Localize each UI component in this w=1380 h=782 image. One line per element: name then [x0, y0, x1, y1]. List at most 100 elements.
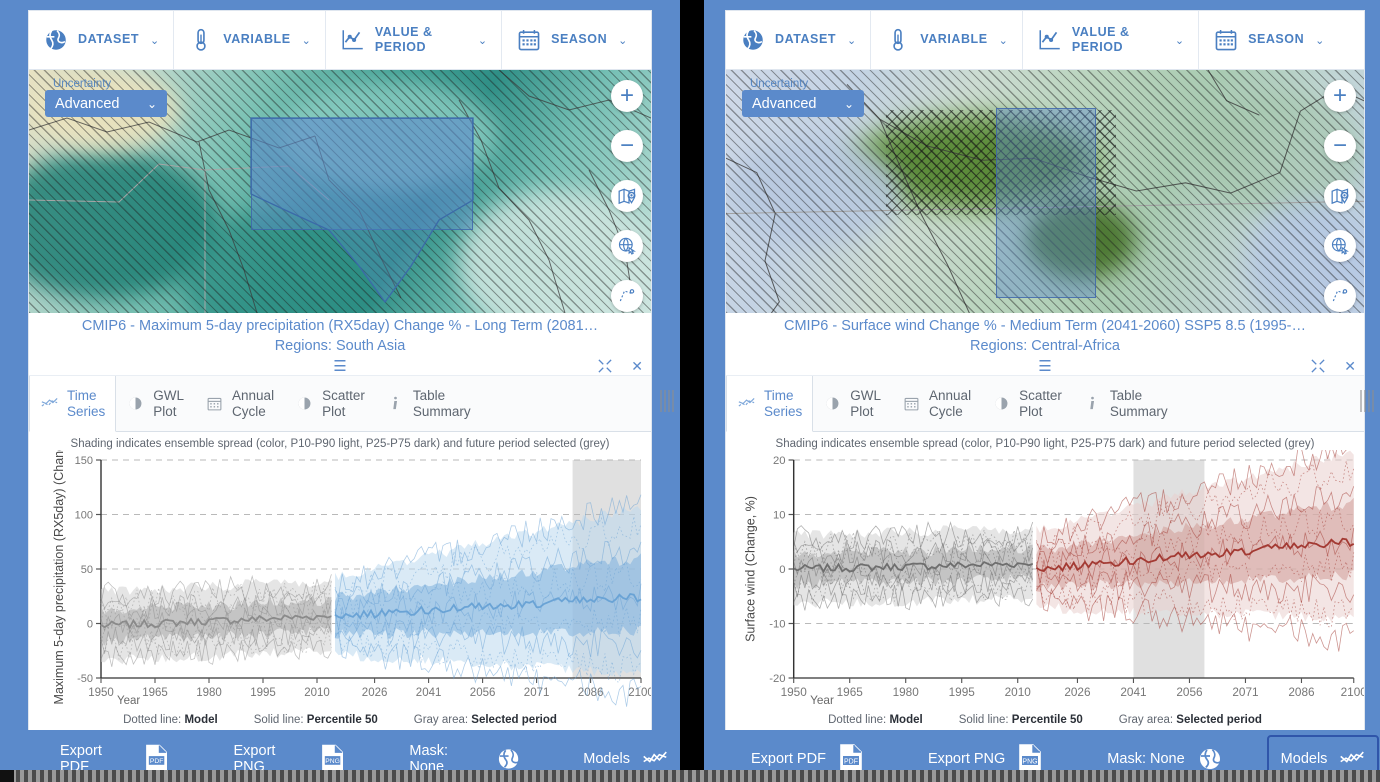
tab-gwl-plot[interactable]: GWL Plot	[116, 376, 195, 431]
globe-icon	[740, 27, 766, 53]
horizontal-scrollbar[interactable]	[0, 770, 1380, 782]
menu-dataset[interactable]: DATASET ⌄	[726, 11, 872, 69]
svg-text:2056: 2056	[1176, 686, 1202, 699]
right-chart-card: CMIP6 - Surface wind Change % - Medium T…	[725, 313, 1365, 730]
svg-text:0: 0	[779, 564, 785, 576]
region-draw-button[interactable]	[611, 280, 643, 312]
menu-dataset[interactable]: DATASET ⌄	[29, 11, 175, 69]
region-draw-button[interactable]	[1324, 280, 1356, 312]
left-panel: DATASET ⌄ VARIABLE ⌄ VALUE & PERIOD ⌄ SE…	[0, 0, 680, 782]
zoom-out-button[interactable]: −	[611, 130, 643, 162]
svg-text:50: 50	[81, 564, 93, 576]
card-menu-icon[interactable]: ☰	[1038, 359, 1051, 374]
tab-gwl-plot[interactable]: GWL Plot	[813, 376, 892, 431]
right-panel-inner: DATASET ⌄ VARIABLE ⌄ VALUE & PERIOD ⌄ SE…	[725, 10, 1365, 735]
globe-select-button[interactable]	[1324, 230, 1356, 262]
app-root: DATASET ⌄ VARIABLE ⌄ VALUE & PERIOD ⌄ SE…	[0, 0, 1380, 782]
menu-value-period[interactable]: VALUE & PERIOD ⌄	[326, 11, 503, 69]
svg-text:Surface wind (Change, %): Surface wind (Change, %)	[744, 496, 758, 642]
left-panel-resize-grip[interactable]	[660, 390, 676, 412]
left-plot-legend: Dotted line: Model Solid line: Percentil…	[29, 712, 651, 730]
left-map[interactable]: Uncertainty Advanced ⌄ + −	[28, 70, 652, 313]
svg-text:1950: 1950	[88, 687, 114, 699]
card-menu-icon[interactable]: ☰	[333, 359, 346, 374]
uncertainty-value: Advanced	[752, 95, 817, 112]
zoom-out-button[interactable]: −	[1324, 130, 1356, 162]
pdf-icon: PDF	[838, 743, 864, 774]
tab-annual-cycle-label: Annual Cycle	[232, 387, 275, 419]
menu-variable[interactable]: VARIABLE ⌄	[871, 11, 1023, 69]
close-icon[interactable]: ✕	[1344, 359, 1356, 373]
legend-value: Selected period	[471, 714, 557, 726]
map-pin-button[interactable]	[611, 180, 643, 212]
tab-scatter-plot[interactable]: Scatter Plot	[982, 376, 1073, 431]
thermometer-icon	[885, 27, 911, 53]
scrollbar-thumb[interactable]	[0, 770, 14, 782]
tab-scatter-plot[interactable]: Scatter Plot	[285, 376, 376, 431]
menu-variable[interactable]: VARIABLE ⌄	[174, 11, 326, 69]
map-controls: + −	[611, 80, 643, 313]
menu-value-period[interactable]: VALUE & PERIOD ⌄	[1023, 11, 1200, 69]
uncertainty-select[interactable]: Advanced ⌄	[45, 90, 167, 117]
right-plot-legend: Dotted line: Model Solid line: Percentil…	[726, 712, 1364, 730]
left-plot[interactable]: -50 0 50 100 150 1950 1965 1980 1995 2010 2026 2041…	[29, 450, 651, 712]
uncertainty-control: Uncertainty Advanced ⌄	[742, 78, 864, 117]
svg-text:2010: 2010	[304, 687, 330, 699]
svg-text:10: 10	[773, 510, 786, 522]
tab-annual-cycle-label: Annual Cycle	[929, 387, 972, 419]
svg-text:2026: 2026	[1064, 686, 1090, 699]
tab-table-summary[interactable]: Table Summary	[1073, 376, 1179, 431]
chevron-down-icon: ⌄	[847, 34, 857, 47]
svg-text:1980: 1980	[893, 686, 920, 699]
tab-scatter-plot-label: Scatter Plot	[322, 387, 365, 419]
right-card-title: CMIP6 - Surface wind Change % - Medium T…	[784, 318, 1306, 334]
right-plot[interactable]: -20 -10 0 10 20 1950 1965 1980 1995 2010 2026 2041 2…	[726, 450, 1364, 712]
svg-text:2056: 2056	[470, 687, 496, 699]
left-card-toolbar: ☰ ✕	[29, 357, 651, 376]
map-pin-button[interactable]	[1324, 180, 1356, 212]
svg-text:PDF: PDF	[844, 758, 858, 765]
map-selected-region	[996, 108, 1096, 298]
png-icon: PNG	[320, 744, 345, 774]
legend-key: Dotted line:	[123, 714, 182, 726]
models-icon	[1339, 744, 1365, 774]
tab-annual-cycle[interactable]: Annual Cycle	[195, 376, 285, 431]
right-map[interactable]: Uncertainty Advanced ⌄ + −	[725, 70, 1365, 313]
info-icon	[387, 395, 404, 412]
tab-table-summary[interactable]: Table Summary	[376, 376, 482, 431]
tab-gwl-plot-label: GWL Plot	[153, 387, 185, 419]
right-panel: DATASET ⌄ VARIABLE ⌄ VALUE & PERIOD ⌄ SE…	[704, 0, 1380, 782]
menu-season[interactable]: SEASON ⌄	[1199, 11, 1338, 69]
svg-text:2100: 2100	[1341, 686, 1364, 699]
right-panel-resize-grip[interactable]	[1360, 390, 1376, 412]
line-chart-icon	[340, 27, 366, 53]
zoom-in-button[interactable]: +	[611, 80, 643, 112]
globe-select-button[interactable]	[611, 230, 643, 262]
svg-text:2071: 2071	[1232, 686, 1258, 699]
globe-icon	[496, 744, 521, 774]
chevron-down-icon: ⌄	[998, 34, 1008, 47]
svg-text:1950: 1950	[781, 686, 808, 699]
close-icon[interactable]: ✕	[631, 359, 643, 373]
menu-variable-label: VARIABLE	[223, 32, 291, 47]
expand-icon[interactable]	[598, 359, 612, 373]
calendar-small-icon	[903, 395, 920, 412]
uncertainty-select[interactable]: Advanced ⌄	[742, 90, 864, 117]
svg-text:1995: 1995	[250, 687, 276, 699]
svg-text:-20: -20	[769, 673, 785, 685]
svg-text:2041: 2041	[416, 687, 442, 699]
models-label: Models	[583, 750, 630, 767]
tab-time-series[interactable]: Time Series	[29, 376, 117, 432]
tab-time-series-label: Time Series	[67, 387, 106, 419]
expand-icon[interactable]	[1311, 359, 1325, 373]
right-menubar: DATASET ⌄ VARIABLE ⌄ VALUE & PERIOD ⌄ SE…	[725, 10, 1365, 70]
tab-annual-cycle[interactable]: Annual Cycle	[892, 376, 982, 431]
zoom-in-button[interactable]: +	[1324, 80, 1356, 112]
legend-key: Solid line:	[253, 714, 304, 726]
tab-time-series[interactable]: Time Series	[726, 376, 814, 432]
globe-icon	[1197, 744, 1223, 774]
timeseries-icon	[738, 395, 755, 412]
menu-dataset-label: DATASET	[78, 32, 140, 47]
right-tabs: Time Series GWL Plot Annual Cycle Scatte…	[726, 376, 1364, 432]
menu-season[interactable]: SEASON ⌄	[502, 11, 641, 69]
